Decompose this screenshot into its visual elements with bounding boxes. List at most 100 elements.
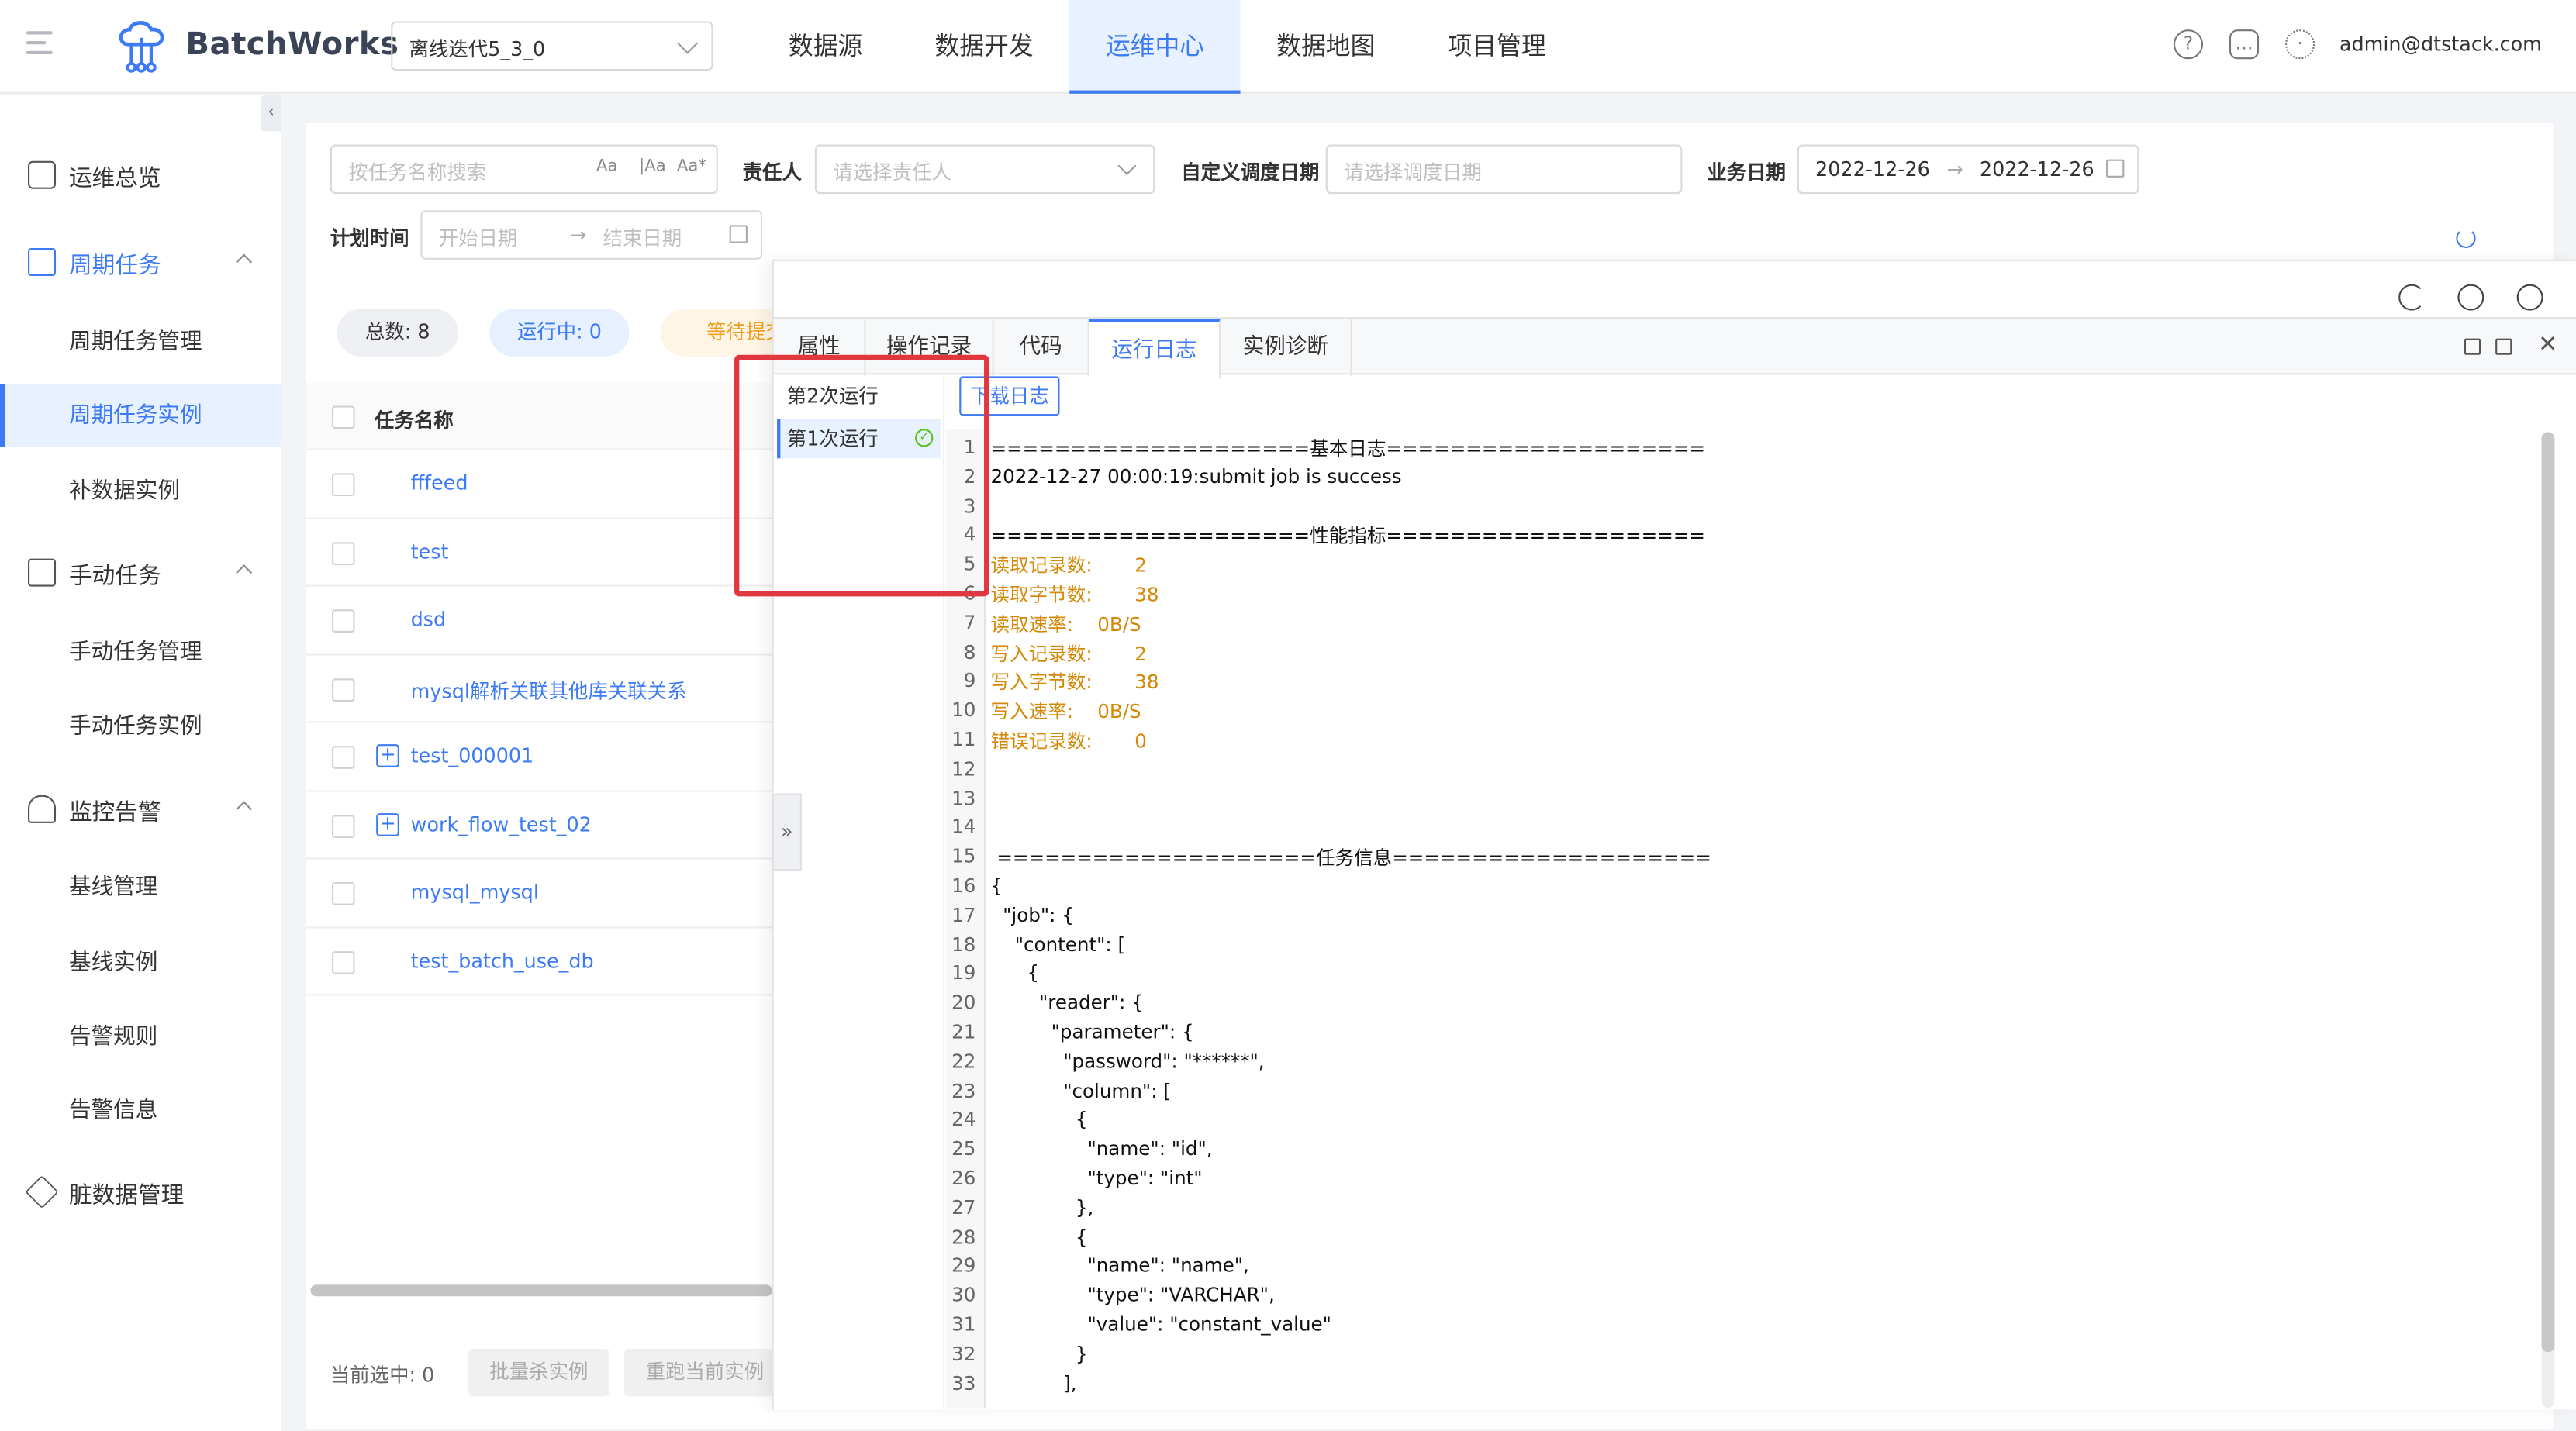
task-name-link[interactable]: test — [411, 540, 449, 563]
sidebar-item-backfill[interactable]: 补数据实例 — [0, 460, 281, 522]
row-checkbox[interactable] — [331, 473, 355, 497]
row-checkbox[interactable] — [331, 950, 355, 974]
biz-date-range[interactable]: 2022-12-26 → 2022-12-26 — [1797, 144, 2139, 195]
zoom-out-icon[interactable] — [2516, 284, 2543, 311]
log-text: }, — [990, 1195, 1094, 1219]
task-name-link[interactable]: test_000001 — [411, 744, 534, 767]
nav-project[interactable]: 项目管理 — [1411, 0, 1582, 94]
sidebar-item-periodic-manage[interactable]: 周期任务管理 — [0, 311, 281, 374]
custom-date-input[interactable]: 请选择调度日期 — [1325, 144, 1683, 195]
main-nav: 数据源 数据开发 运维中心 数据地图 项目管理 — [752, 0, 1582, 94]
tab-diagnosis[interactable]: 实例诊断 — [1221, 319, 1352, 377]
refresh-icon[interactable] — [2456, 228, 2476, 249]
tab-properties[interactable]: 属性 — [774, 319, 866, 377]
nav-datasource[interactable]: 数据源 — [752, 0, 899, 94]
line-number: 13 — [951, 786, 976, 810]
table-row[interactable]: test_batch_use_db — [306, 927, 772, 996]
nav-dev[interactable]: 数据开发 — [899, 0, 1069, 94]
chevron-up-icon — [236, 253, 253, 271]
stat-running[interactable]: 运行中: 0 — [489, 309, 630, 357]
expand-drawer-icon[interactable]: » — [772, 793, 802, 871]
plan-time-range[interactable]: 开始日期 → 结束日期 — [420, 210, 763, 260]
line-number: 2 — [963, 464, 976, 488]
sidebar-item-baseline-instance[interactable]: 基线实例 — [0, 932, 281, 995]
table-row[interactable]: + work_flow_test_02 — [306, 791, 772, 860]
vertical-scrollbar[interactable] — [2541, 432, 2555, 1409]
task-name-link[interactable]: dsd — [411, 608, 447, 631]
table-row[interactable]: + test_000001 — [306, 723, 772, 791]
minimize-icon[interactable] — [2495, 338, 2512, 355]
row-checkbox[interactable] — [331, 678, 355, 701]
row-checkbox[interactable] — [331, 882, 355, 905]
table-row[interactable]: fffeed — [306, 450, 772, 519]
table-row[interactable]: test — [306, 519, 772, 587]
task-name-link[interactable]: test_batch_use_db — [411, 949, 594, 972]
task-search-input[interactable]: 按任务名称搜索 Aa |Aa Aa* — [330, 144, 718, 195]
line-number: 31 — [951, 1312, 976, 1336]
close-icon[interactable]: ✕ — [2538, 332, 2557, 358]
tab-run-log[interactable]: 运行日志 — [1089, 319, 1221, 378]
chevron-down-icon — [677, 33, 699, 54]
task-name-link[interactable]: mysql_mysql — [411, 881, 539, 904]
menu-icon[interactable] — [26, 31, 53, 54]
zoom-in-icon[interactable] — [2457, 284, 2484, 311]
log-text: 读取记录数: 2 — [990, 553, 1147, 578]
maximize-icon[interactable] — [2464, 338, 2481, 355]
task-name-link[interactable]: fffeed — [411, 471, 468, 495]
sidebar-item-alert-rules[interactable]: 告警规则 — [0, 1005, 281, 1068]
log-text: "parameter": { — [990, 1020, 1194, 1043]
table-row[interactable]: mysql解析关联其他库关联关系 — [306, 655, 772, 723]
gear-icon[interactable]: · — [2284, 29, 2315, 60]
sidebar-item-overview[interactable]: 运维总览 — [0, 151, 281, 201]
stat-total[interactable]: 总数: 8 — [337, 309, 459, 357]
sidebar-group-periodic[interactable]: 周期任务 — [0, 238, 281, 288]
case-match-icon[interactable]: Aa — [596, 157, 617, 175]
project-select[interactable]: 离线迭代5_3_0 — [391, 21, 713, 71]
task-name-link[interactable]: work_flow_test_02 — [411, 812, 592, 836]
regex-icon[interactable]: Aa* — [677, 157, 706, 175]
run-item-2[interactable]: 第2次运行 — [777, 376, 941, 416]
sidebar-item-baseline[interactable]: 基线管理 — [0, 856, 281, 919]
table-row[interactable]: mysql_mysql — [306, 859, 772, 928]
column-task-name: 任务名称 — [375, 409, 454, 433]
whole-word-icon[interactable]: |Aa — [639, 157, 666, 175]
task-name-link[interactable]: mysql解析关联其他库关联关系 — [411, 676, 687, 704]
row-checkbox[interactable] — [331, 541, 355, 565]
reload-icon[interactable] — [2398, 284, 2426, 311]
expand-plus-icon[interactable]: + — [376, 744, 399, 767]
owner-select[interactable]: 请选择责任人 — [814, 144, 1155, 195]
sidebar-item-alert-info[interactable]: 告警信息 — [0, 1079, 281, 1142]
sidebar-group-monitor[interactable]: 监控告警 — [0, 785, 281, 835]
row-checkbox[interactable] — [331, 814, 355, 837]
sidebar-group-manual[interactable]: 手动任务 — [0, 549, 281, 598]
tab-operation-log[interactable]: 操作记录 — [866, 319, 994, 377]
sidebar-item-manual-instance[interactable]: 手动任务实例 — [0, 695, 281, 758]
row-checkbox[interactable] — [331, 746, 355, 769]
log-line: 7 读取速率: 0B/S — [946, 611, 2540, 640]
download-log-button[interactable]: 下载日志 — [959, 376, 1060, 416]
expand-plus-icon[interactable]: + — [376, 812, 399, 836]
sidebar-label: 手动任务 — [68, 563, 161, 590]
sidebar-item-dirty-data[interactable]: 脏数据管理 — [0, 1168, 281, 1218]
log-line: 2 2022-12-27 00:00:19:submit job is succe… — [946, 464, 2540, 494]
log-viewer[interactable]: 1 ====================基本日志===============… — [946, 429, 2540, 1409]
nav-data-map[interactable]: 数据地图 — [1241, 0, 1411, 94]
user-account[interactable]: admin@dtstack.com — [2339, 33, 2542, 56]
line-number: 22 — [951, 1049, 976, 1073]
run-item-1[interactable]: 第1次运行 ✓ — [777, 419, 941, 459]
batch-kill-button[interactable]: 批量杀实例 — [468, 1349, 610, 1397]
row-checkbox[interactable] — [331, 609, 355, 633]
sidebar-collapse-button[interactable]: ‹ — [261, 95, 281, 132]
sidebar-item-manual-manage[interactable]: 手动任务管理 — [0, 621, 281, 684]
help-icon[interactable]: ? — [2173, 29, 2204, 60]
table-row[interactable]: dsd — [306, 587, 772, 655]
log-line: 28 { — [946, 1225, 2540, 1254]
line-number: 12 — [951, 757, 976, 781]
sidebar-item-periodic-instance[interactable]: 周期任务实例 — [0, 384, 281, 447]
tab-code[interactable]: 代码 — [994, 319, 1089, 377]
nav-ops-center[interactable]: 运维中心 — [1069, 0, 1241, 94]
message-icon[interactable]: … — [2229, 29, 2260, 60]
select-all-checkbox[interactable] — [331, 405, 355, 429]
rerun-button[interactable]: 重跑当前实例 — [624, 1349, 786, 1397]
horizontal-scrollbar[interactable] — [310, 1284, 772, 1297]
